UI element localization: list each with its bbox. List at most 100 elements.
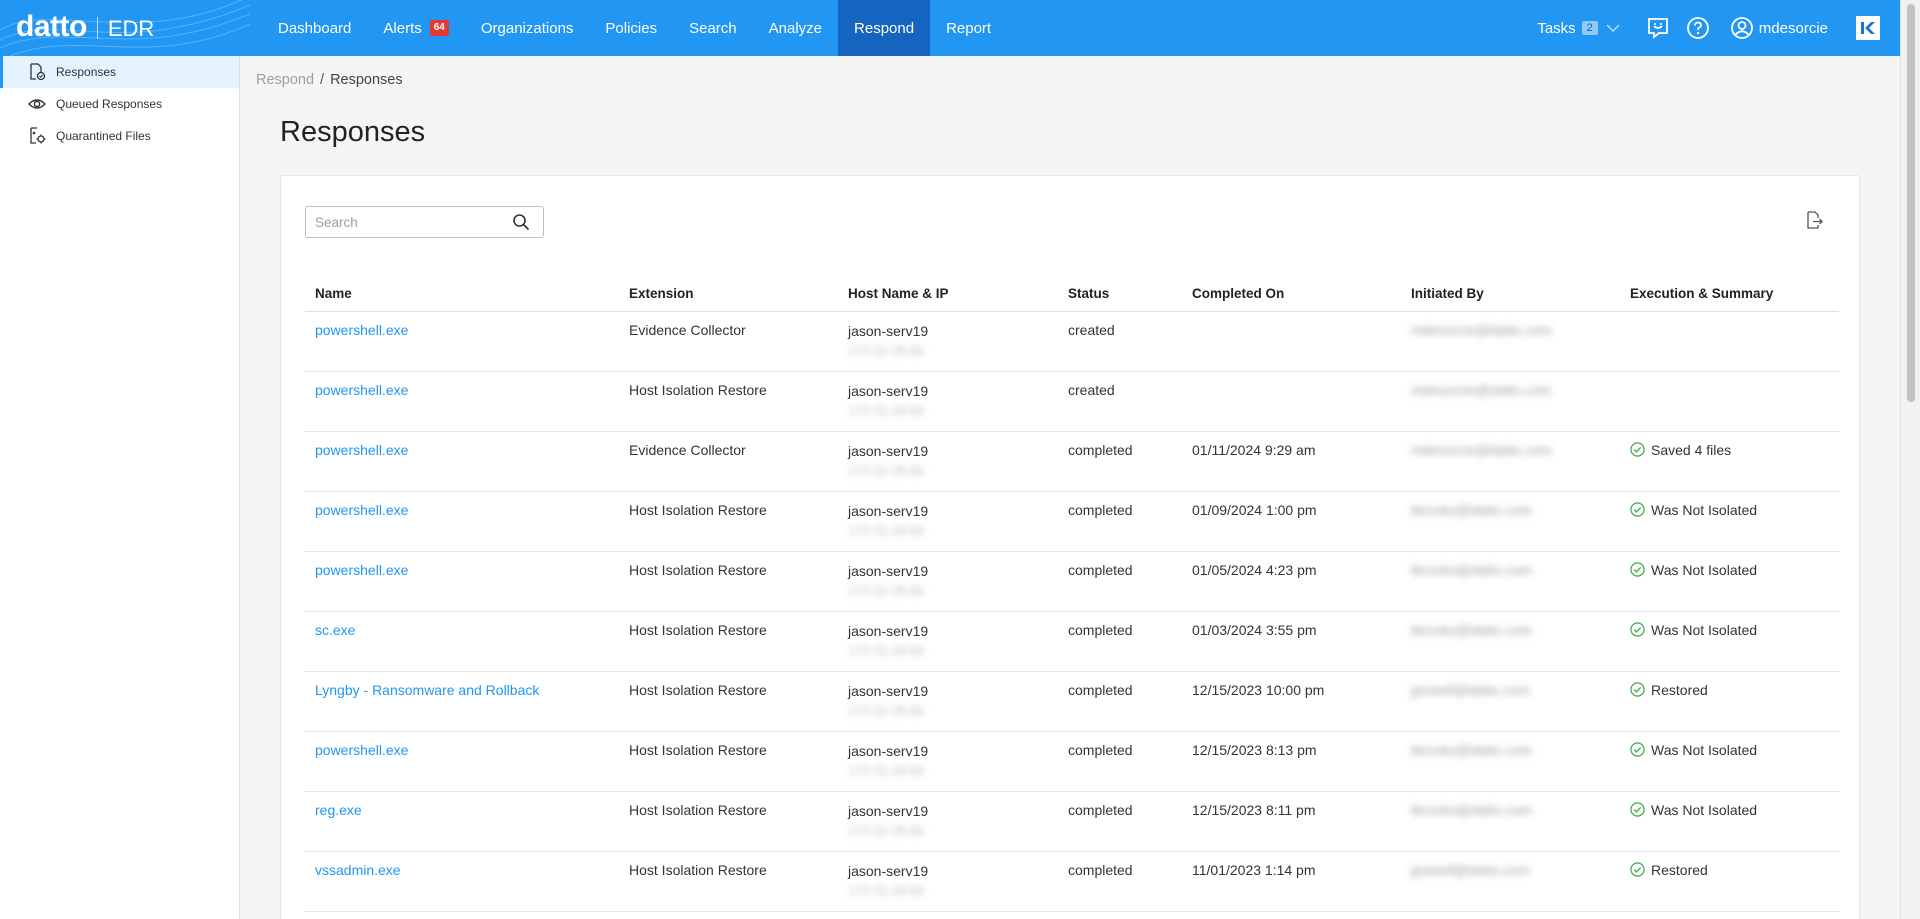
cell-host: jason-serv19 172.31.28.66 (838, 371, 1058, 432)
cell-status: completed (1058, 791, 1182, 852)
cell-status: completed (1058, 851, 1182, 912)
column-header-completed-on[interactable]: Completed On (1182, 276, 1401, 312)
nav-search[interactable]: Search (673, 0, 753, 56)
initiated-by-email: mdesorcie@datto.com (1411, 441, 1552, 458)
export-icon[interactable] (1803, 209, 1825, 231)
response-name-link[interactable]: powershell.exe (315, 382, 408, 398)
page-scrollbar[interactable] (1900, 0, 1920, 919)
check-circle-icon (1630, 802, 1646, 818)
column-header-status[interactable]: Status (1058, 276, 1182, 312)
cell-name: powershell.exe (305, 431, 619, 492)
user-name: mdesorcie (1758, 19, 1828, 37)
table-row: vssadmin.exe Host Isolation Restore jaso… (305, 851, 1839, 912)
logo-brand: datto (16, 10, 87, 43)
table-row: sc.exe Host Isolation Restore jason-serv… (305, 611, 1839, 672)
check-circle-icon (1630, 862, 1646, 878)
execution-summary: Was Not Isolated (1630, 802, 1829, 818)
cell-name: powershell.exe (305, 491, 619, 552)
cell-completed-on (1182, 371, 1401, 432)
initiated-by-email: lbrooks@datto.com (1411, 501, 1532, 518)
nav-dashboard[interactable]: Dashboard (262, 0, 367, 56)
column-header-name[interactable]: Name (305, 276, 619, 312)
check-circle-icon (1630, 682, 1646, 698)
response-name-link[interactable]: powershell.exe (315, 442, 408, 458)
sidebar-item-quarantined-files[interactable]: Quarantined Files (0, 120, 239, 152)
tasks-label: Tasks (1537, 19, 1576, 37)
nav-respond[interactable]: Respond (838, 0, 931, 56)
check-circle-icon (1630, 562, 1646, 578)
breadcrumb: Respond / Responses (256, 72, 403, 88)
tasks-count-badge: 2 (1581, 21, 1598, 35)
host-ip: 172.31.28.66 (848, 582, 924, 598)
host-ip: 172.31.28.66 (848, 762, 924, 778)
column-header-extension[interactable]: Extension (619, 276, 838, 312)
search-icon[interactable] (511, 212, 531, 232)
nav-organizations[interactable]: Organizations (465, 0, 590, 56)
tasks-dropdown[interactable]: Tasks 2 (1537, 19, 1620, 37)
eye-icon (27, 94, 47, 114)
top-navigation-bar: datto EDR Dashboard Alerts 64 Organizatio… (0, 0, 1900, 56)
cell-summary: Saved 4 files (1620, 431, 1839, 492)
sidebar-item-responses[interactable]: Responses (0, 56, 239, 88)
table-row: powershell.exe Evidence Collector jason-… (305, 311, 1839, 372)
nav-policies[interactable]: Policies (589, 0, 673, 56)
cell-extension: Host Isolation Restore (619, 371, 838, 432)
cell-name: sc.exe (305, 611, 619, 672)
response-name-link[interactable]: sc.exe (315, 622, 355, 638)
cell-initiated-by: mdesorcie@datto.com (1401, 371, 1620, 432)
execution-summary: Was Not Isolated (1630, 502, 1829, 518)
cell-initiated-by: lbrooks@datto.com (1401, 611, 1620, 672)
table-row: reg.exe Host Isolation Restore jason-ser… (305, 791, 1839, 852)
host-ip: 172.31.28.66 (848, 402, 924, 418)
host-ip: 172.31.28.66 (848, 642, 924, 658)
nav-report[interactable]: Report (930, 0, 1007, 56)
response-name-link[interactable]: Lyngby - Ransomware and Rollback (315, 682, 539, 698)
cell-extension: Host Isolation Restore (619, 731, 838, 792)
response-name-link[interactable]: reg.exe (315, 802, 362, 818)
cell-summary: Was Not Isolated (1620, 551, 1839, 612)
breadcrumb-separator: / (320, 72, 325, 88)
initiated-by-email: lbrooks@datto.com (1411, 561, 1532, 578)
response-name-link[interactable]: vssadmin.exe (315, 862, 401, 878)
check-circle-icon (1630, 622, 1646, 638)
feedback-icon[interactable] (1645, 15, 1671, 41)
response-name-link[interactable]: powershell.exe (315, 742, 408, 758)
response-name-link[interactable]: powershell.exe (315, 562, 408, 578)
nav-alerts[interactable]: Alerts 64 (367, 0, 464, 56)
scrollbar-thumb[interactable] (1907, 4, 1915, 402)
cell-status: completed (1058, 491, 1182, 552)
execution-summary: Restored (1630, 682, 1829, 698)
search-box (305, 206, 544, 238)
cell-extension: Evidence Collector (619, 431, 838, 492)
cell-initiated-by: lbrooks@datto.com (1401, 491, 1620, 552)
nav-analyze-label: Analyze (768, 19, 823, 37)
host-ip: 172.31.28.66 (848, 822, 924, 838)
help-icon[interactable] (1685, 15, 1711, 41)
table-row: powershell.exe Host Isolation Restore ja… (305, 551, 1839, 612)
column-header-execution-summary[interactable]: Execution & Summary (1620, 276, 1839, 312)
search-input[interactable] (306, 214, 511, 230)
summary-text: Was Not Isolated (1651, 801, 1758, 818)
cell-initiated-by: lbrooks@datto.com (1401, 791, 1620, 852)
host-ip: 172.31.28.66 (848, 342, 924, 358)
cell-completed-on: 12/15/2023 8:13 pm (1182, 731, 1401, 792)
nav-analyze[interactable]: Analyze (753, 0, 838, 56)
kaseya-logo-icon[interactable] (1856, 16, 1880, 40)
cell-initiated-by: mdesorcie@datto.com (1401, 431, 1620, 492)
sidebar-item-queued-responses[interactable]: Queued Responses (0, 88, 239, 120)
host-name: jason-serv19 (848, 682, 929, 699)
user-menu[interactable]: mdesorcie (1722, 15, 1828, 41)
summary-text: Was Not Isolated (1651, 561, 1758, 578)
response-name-link[interactable]: powershell.exe (315, 502, 408, 518)
datto-edr-logo[interactable]: datto EDR (0, 0, 262, 56)
responses-card: Name Extension Host Name & IP Status Com… (280, 175, 1860, 919)
cell-initiated-by: jpowell@datto.com (1401, 671, 1620, 732)
sidebar-item-label: Responses (56, 65, 117, 79)
column-header-host[interactable]: Host Name & IP (838, 276, 1058, 312)
column-header-initiated-by[interactable]: Initiated By (1401, 276, 1620, 312)
response-name-link[interactable]: powershell.exe (315, 322, 408, 338)
cell-status: completed (1058, 731, 1182, 792)
sidebar: Responses Queued Responses Quarantined F… (0, 56, 240, 919)
cell-name: powershell.exe (305, 371, 619, 432)
breadcrumb-respond-link[interactable]: Respond (256, 72, 314, 88)
